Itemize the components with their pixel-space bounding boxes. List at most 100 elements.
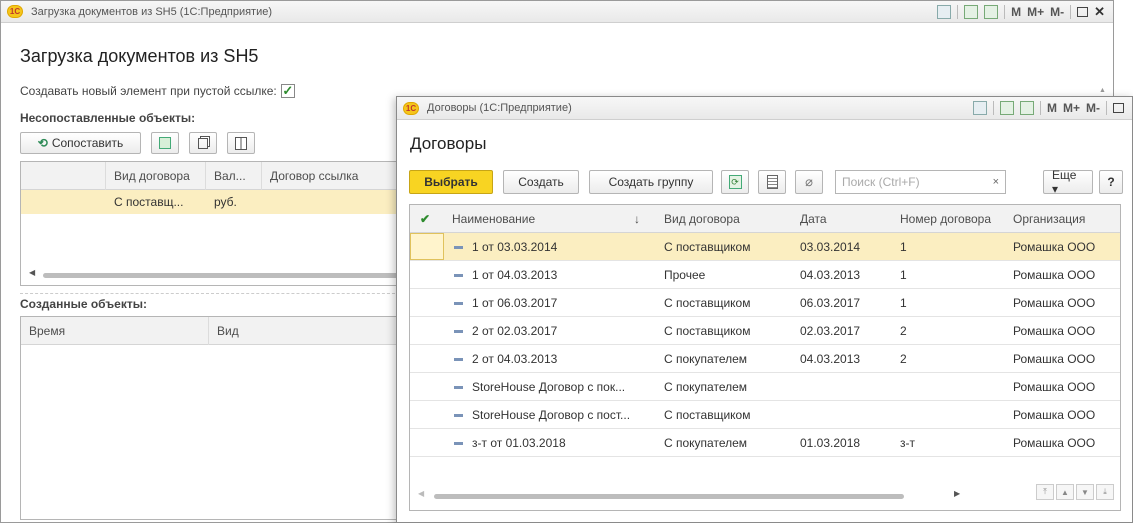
calendar-icon[interactable] — [984, 4, 999, 19]
cell-date: 03.03.2014 — [800, 240, 861, 254]
table-row[interactable]: 1 от 04.03.2013 Прочее 04.03.2013 1 Рома… — [410, 261, 1120, 289]
cell-name-text: 2 от 04.03.2013 — [472, 352, 558, 366]
created-objects-table[interactable]: Время Вид — [20, 316, 401, 520]
table-row[interactable]: 1 от 03.03.2014 С поставщиком 03.03.2014… — [410, 233, 1120, 261]
column-header-organization[interactable]: Организация — [1005, 205, 1120, 233]
table-row[interactable]: StoreHouse Договор с пок... С покупателе… — [410, 373, 1120, 401]
scroll-up-icon[interactable]: ▲ — [1099, 81, 1109, 95]
memory-m-button[interactable]: M — [1011, 5, 1021, 19]
column-header-contract-link[interactable]: Договор ссылка — [262, 162, 401, 190]
memory-plus-button[interactable]: M+ — [1027, 5, 1044, 19]
create-new-element-checkbox[interactable]: ✓ — [280, 84, 295, 98]
table-row[interactable]: 2 от 04.03.2013 С покупателем 04.03.2013… — [410, 345, 1120, 373]
cell-number — [892, 373, 1005, 401]
column-header-empty — [21, 162, 106, 190]
scrollbar-thumb[interactable] — [434, 494, 904, 499]
scroll-right-icon[interactable]: ▶ — [954, 489, 960, 498]
memory-minus-button[interactable]: M- — [1086, 101, 1100, 115]
unmatched-objects-table[interactable]: Вид договора Вал... Договор ссылка С пос… — [20, 161, 401, 286]
row-selector[interactable] — [410, 233, 444, 260]
column-header-contract-number[interactable]: Номер договора — [892, 205, 1005, 233]
mark-all-button[interactable] — [151, 132, 179, 154]
cell-contract-type: Прочее — [664, 268, 706, 282]
prev-row-icon[interactable]: ▲ — [1056, 484, 1074, 500]
sort-desc-icon[interactable]: ↓ — [634, 205, 640, 233]
column-header-contract-type[interactable]: Вид договора — [656, 205, 777, 233]
table-row[interactable]: С поставщ... руб. — [21, 190, 401, 214]
clear-search-icon[interactable]: × — [993, 171, 999, 193]
next-row-icon[interactable]: ▼ — [1076, 484, 1094, 500]
match-button[interactable]: ⟲ Сопоставить — [20, 132, 141, 154]
refresh-button[interactable]: ⟳ — [721, 170, 749, 194]
cell-number: 1 — [900, 268, 907, 282]
cell-date: 02.03.2017 — [800, 324, 861, 338]
cell-contract-type: С поставщиком — [664, 240, 751, 254]
cell-organization: Ромашка ООО — [1013, 240, 1096, 254]
scroll-left-icon[interactable]: ◀ — [29, 268, 35, 277]
close-icon[interactable]: ✕ — [1094, 4, 1105, 20]
memory-minus-button[interactable]: M- — [1050, 5, 1064, 19]
check-column-icon: ✔ — [420, 212, 431, 226]
cell-organization: Ромашка ООО — [1013, 352, 1096, 366]
table-row[interactable]: 1 от 06.03.2017 С поставщиком 06.03.2017… — [410, 289, 1120, 317]
maximize-icon[interactable] — [1077, 6, 1089, 17]
contracts-window-titlebar: 1C Договоры (1С:Предприятие) M M+ M- — [397, 97, 1132, 120]
columns-button[interactable] — [227, 132, 255, 154]
cell-name: 1 от 03.03.2014 — [444, 233, 656, 261]
cell-contract-type: С покупателем — [664, 352, 748, 366]
scroll-left-icon[interactable]: ◀ — [418, 489, 424, 498]
help-button[interactable]: ? — [1099, 170, 1123, 194]
cell-number: з-т — [900, 436, 915, 450]
memory-m-button[interactable]: M — [1047, 101, 1057, 115]
search-placeholder: Поиск (Ctrl+F) — [842, 175, 920, 189]
copy-button[interactable] — [189, 132, 217, 154]
cell-name-text: 1 от 03.03.2014 — [472, 240, 558, 254]
calculator-icon[interactable] — [964, 4, 979, 19]
cell-name-text: StoreHouse Договор с пост... — [472, 408, 631, 422]
column-header-kind[interactable]: Вид — [209, 317, 401, 345]
cell-organization: Ромашка ООО — [1013, 324, 1096, 338]
calculator-icon[interactable] — [999, 101, 1014, 115]
cell-number: 2 — [900, 352, 907, 366]
titlebar-tools: M M+ M- ✕ — [937, 4, 1113, 20]
create-button[interactable]: Создать — [503, 170, 579, 194]
cell-date: 04.03.2013 — [800, 268, 861, 282]
contracts-table[interactable]: ✔ Наименование ↓ Вид договора Дата Номер… — [409, 204, 1121, 511]
divider — [1004, 4, 1006, 19]
scrollbar-thumb[interactable] — [43, 273, 399, 278]
cell-contract-type: С поставщиком — [664, 296, 751, 310]
memory-plus-button[interactable]: M+ — [1063, 101, 1080, 115]
table-row[interactable]: з-т от 01.03.2018 С покупателем 01.03.20… — [410, 429, 1120, 457]
search-input[interactable]: Поиск (Ctrl+F) × — [835, 170, 1006, 194]
cell-date: 04.03.2013 — [800, 352, 861, 366]
print-icon[interactable] — [972, 101, 987, 115]
item-icon — [454, 386, 463, 390]
cell-date — [792, 401, 892, 429]
column-header-time[interactable]: Время — [21, 317, 209, 345]
attach-button[interactable]: ⌀ — [795, 170, 823, 194]
create-group-button[interactable]: Создать группу — [589, 170, 713, 194]
horizontal-scrollbar[interactable]: ◀ ▶ — [418, 489, 978, 501]
list-settings-button[interactable] — [758, 170, 786, 194]
column-header-contract-type[interactable]: Вид договора — [106, 162, 206, 190]
horizontal-scrollbar[interactable]: ◀ — [29, 268, 399, 280]
cell-number: 2 — [900, 324, 907, 338]
maximize-icon[interactable] — [1113, 103, 1124, 113]
column-header-name[interactable]: Наименование ↓ — [444, 205, 656, 233]
more-button[interactable]: Еще ▾ — [1043, 168, 1093, 196]
last-row-icon[interactable]: ⤓ — [1096, 484, 1114, 500]
column-header-date[interactable]: Дата — [792, 205, 892, 233]
first-row-icon[interactable]: ⤒ — [1036, 484, 1054, 500]
item-icon — [454, 330, 463, 334]
select-button[interactable]: Выбрать — [409, 170, 493, 194]
calendar-icon[interactable] — [1019, 101, 1034, 115]
print-icon[interactable] — [937, 4, 952, 19]
table-row[interactable]: 2 от 02.03.2017 С поставщиком 02.03.2017… — [410, 317, 1120, 345]
list-icon — [766, 175, 778, 189]
cell-name: 2 от 02.03.2017 — [444, 317, 656, 345]
table-row[interactable]: StoreHouse Договор с пост... С поставщик… — [410, 401, 1120, 429]
cell-contract-type: С покупателем — [664, 436, 748, 450]
cell-organization: Ромашка ООО — [1013, 268, 1096, 282]
column-header-currency[interactable]: Вал... — [206, 162, 262, 190]
cell-name: StoreHouse Договор с пост... — [444, 401, 656, 429]
